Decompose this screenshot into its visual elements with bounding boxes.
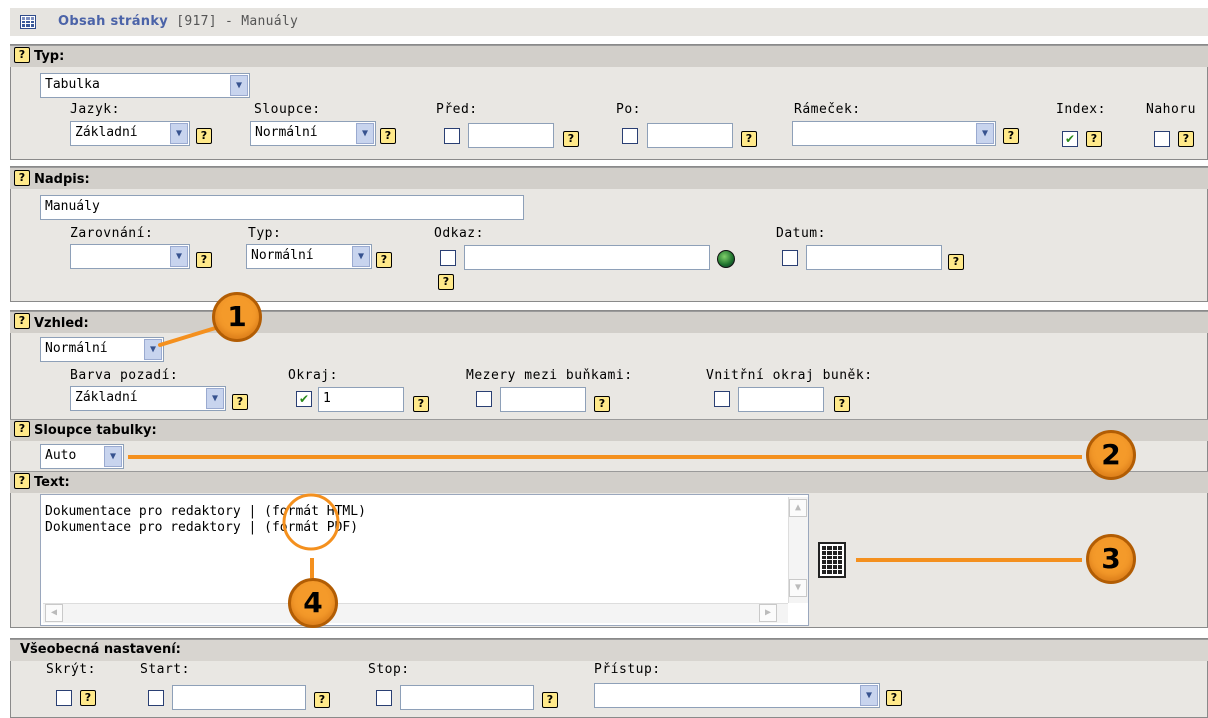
callout-3: 3 [1086, 534, 1136, 584]
callout-1: 1 [212, 292, 262, 342]
callout-4: 4 [288, 578, 338, 628]
annotation-lines [128, 324, 1082, 578]
callout-2: 2 [1086, 430, 1136, 480]
